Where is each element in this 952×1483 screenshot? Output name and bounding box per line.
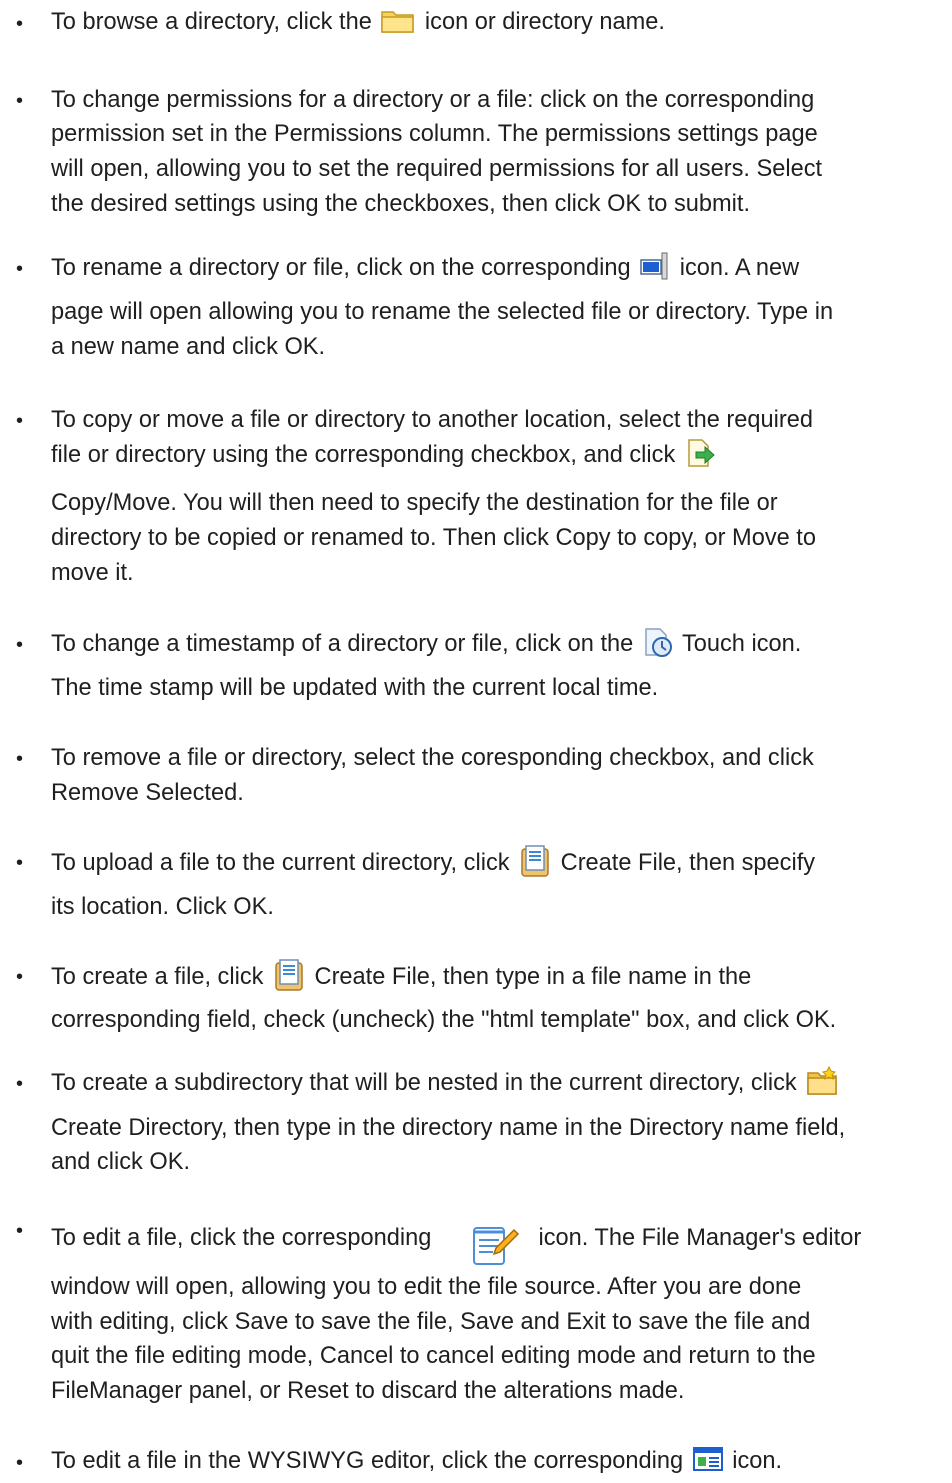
item-text: FileManager panel, or Reset to discard t…: [51, 1378, 685, 1404]
bullet: •: [16, 1220, 24, 1242]
item-text: To change a timestamp of a directory or …: [51, 631, 640, 658]
item-text: window will open, allowing you to edit t…: [51, 1274, 802, 1300]
item-text: icon or directory name.: [418, 9, 665, 35]
item-text: To create a subdirectory that will be ne…: [51, 1070, 804, 1097]
item-text: with editing, click Save to save the fil…: [51, 1309, 811, 1335]
item-text: Touch icon.: [675, 631, 802, 658]
bullet: •: [16, 966, 24, 988]
create-file-icon[interactable]: [272, 958, 306, 992]
item-text: corresponding field, check (uncheck) the…: [51, 1007, 837, 1033]
item-text: To browse a directory, click the: [51, 9, 379, 35]
item-text: The time stamp will be updated with the …: [51, 675, 659, 701]
item-text: permission set in the Permissions column…: [51, 121, 818, 147]
item-text: To upload a file to the current director…: [51, 850, 517, 877]
item-text: page will open allowing you to rename th…: [51, 299, 834, 325]
item-text: file or directory using the correspondin…: [51, 442, 682, 469]
item-text: Copy/Move. You will then need to specify…: [51, 490, 778, 516]
rename-icon[interactable]: [639, 251, 671, 281]
item-text: Create File, then type in a file name in…: [307, 964, 752, 991]
item-text: Remove Selected.: [51, 780, 244, 806]
item-text: move it.: [51, 560, 134, 586]
item-text: will open, allowing you to set the requi…: [51, 156, 823, 182]
item-text: quit the file editing mode, Cancel to ca…: [51, 1343, 816, 1369]
edit-icon[interactable]: [470, 1220, 520, 1270]
bullet: •: [16, 258, 24, 280]
copy-move-icon[interactable]: [684, 437, 716, 469]
touch-icon[interactable]: [642, 626, 674, 658]
create-file-icon[interactable]: [518, 844, 552, 878]
item-text: To edit a file, click the corresponding: [51, 1225, 438, 1252]
item-text: the desired settings using the checkboxe…: [51, 191, 750, 217]
bullet: •: [16, 1073, 24, 1095]
bullet: •: [16, 1452, 24, 1474]
bullet: •: [16, 748, 24, 770]
item-text: icon. The File Manager's editor: [531, 1225, 862, 1252]
item-text: Create Directory, then type in the direc…: [51, 1115, 846, 1141]
wysiwyg-icon[interactable]: [692, 1446, 724, 1472]
create-directory-icon[interactable]: [805, 1065, 839, 1097]
item-text: To rename a directory or file, click on …: [51, 255, 638, 281]
bullet: •: [16, 13, 24, 35]
item-text: To edit a file in the WYSIWYG editor, cl…: [51, 1448, 690, 1474]
item-text: To create a file, click: [51, 964, 270, 991]
item-text: To copy or move a file or directory to a…: [51, 407, 813, 433]
item-text: and click OK.: [51, 1149, 190, 1175]
item-text: a new name and click OK.: [51, 334, 326, 360]
item-text: icon. A new: [673, 255, 800, 281]
bullet: •: [16, 90, 24, 112]
item-text: To remove a file or directory, select th…: [51, 745, 814, 771]
bullet: •: [16, 852, 24, 874]
bullet: •: [16, 634, 24, 656]
item-text: directory to be copied or renamed to. Th…: [51, 525, 816, 551]
folder-icon[interactable]: [380, 6, 416, 34]
item-text: To change permissions for a directory or…: [51, 87, 815, 113]
item-text: its location. Click OK.: [51, 894, 274, 920]
item-text: icon.: [725, 1448, 783, 1474]
bullet: •: [16, 410, 24, 432]
item-text: Create File, then specify: [554, 850, 816, 877]
